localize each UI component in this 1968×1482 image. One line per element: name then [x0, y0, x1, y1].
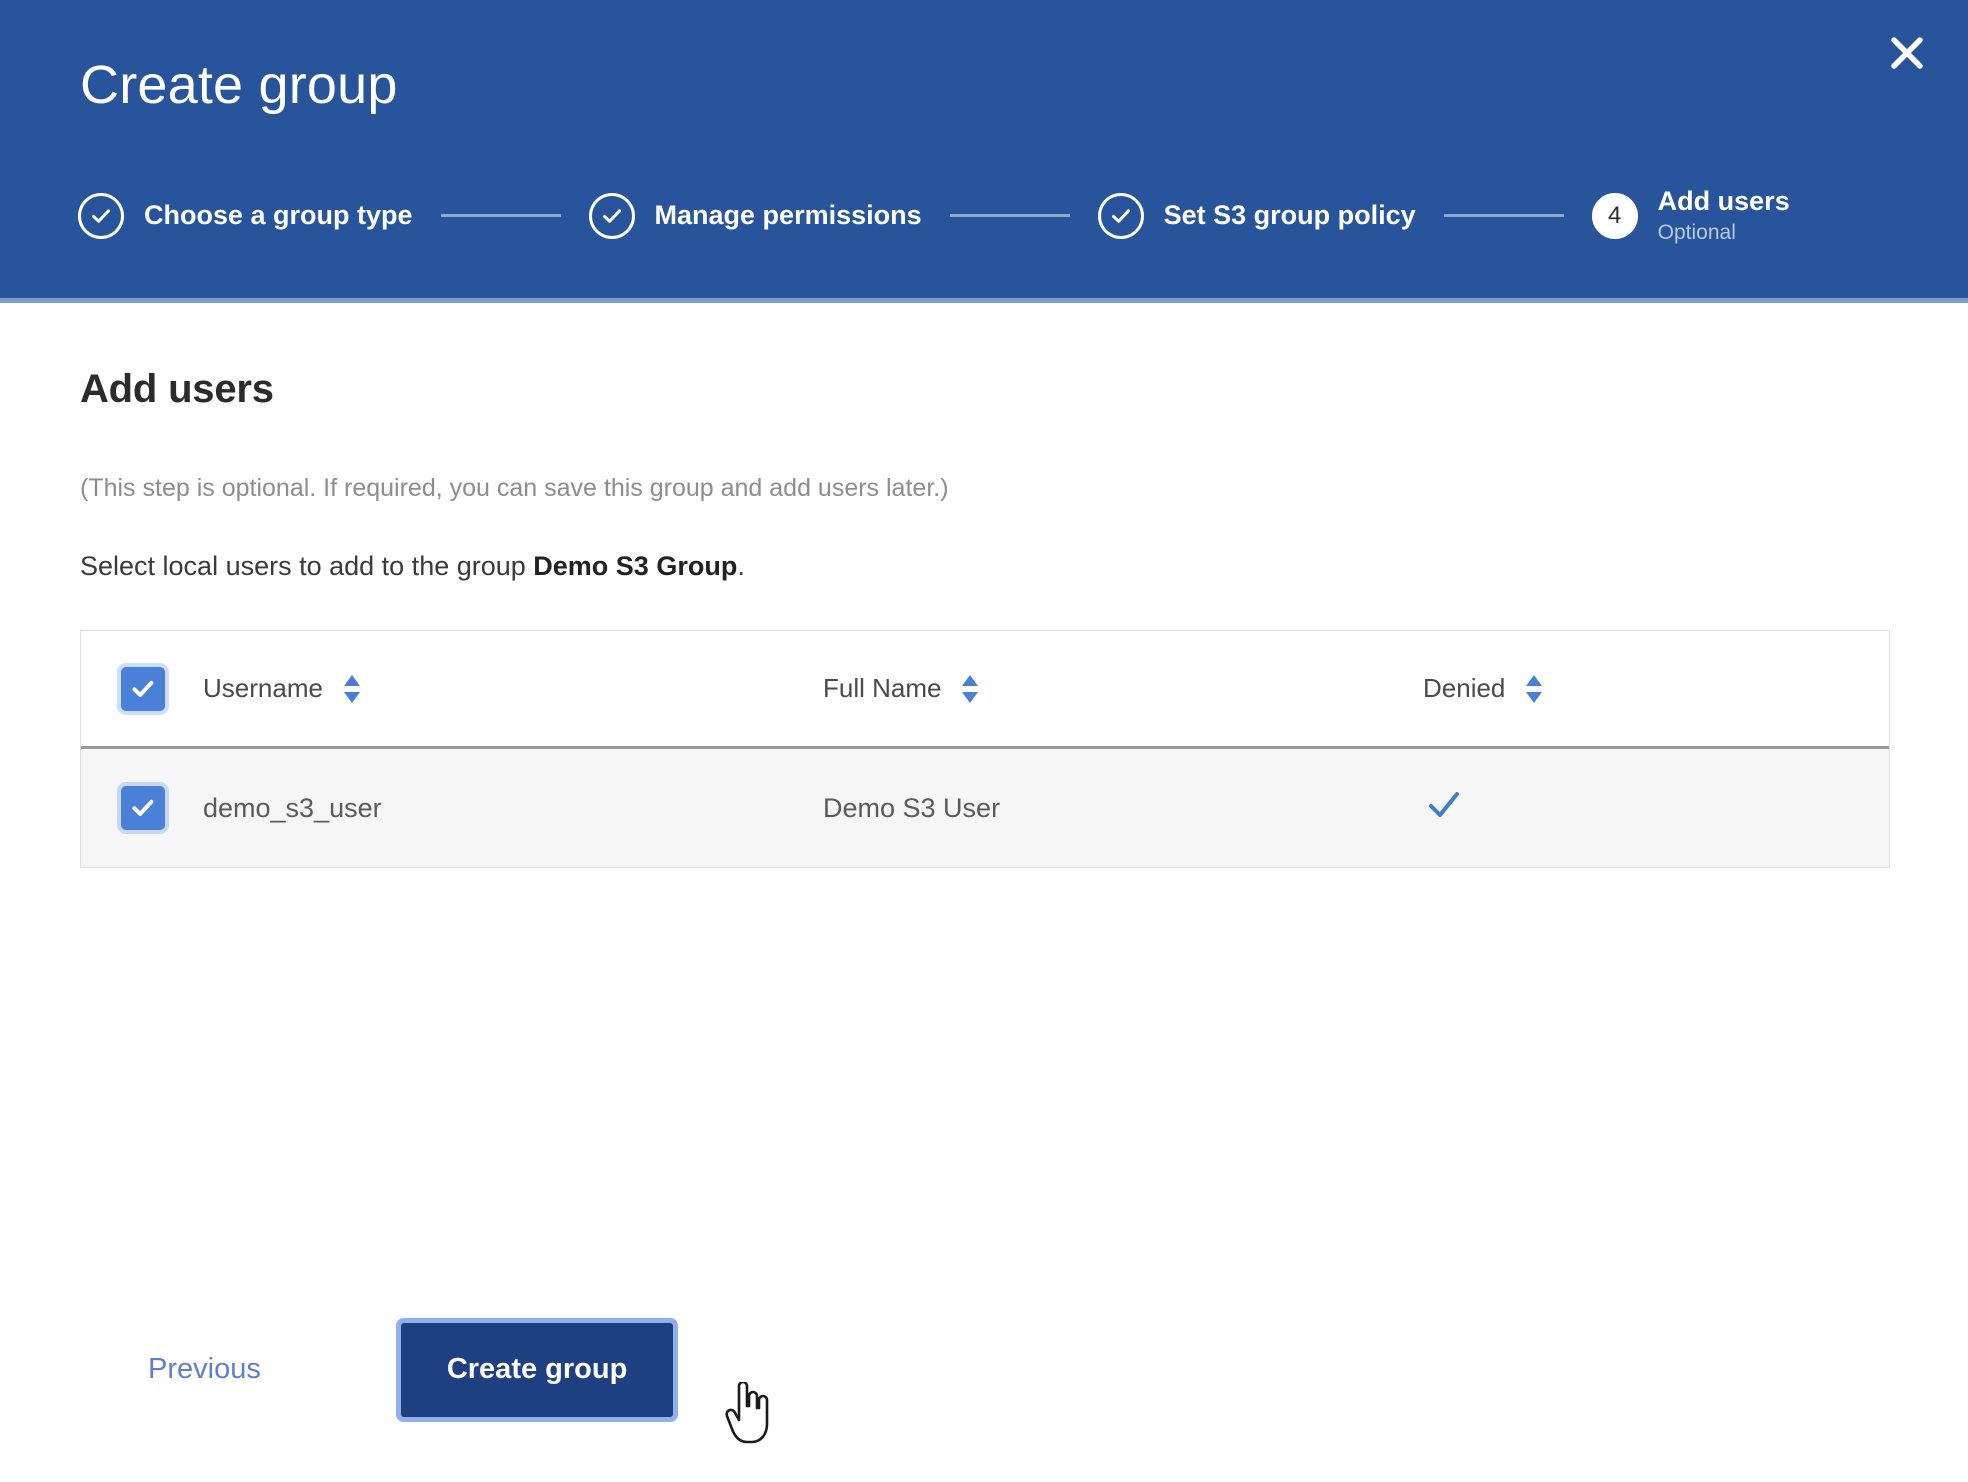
sort-arrows-icon	[962, 674, 979, 703]
step-connector-1	[440, 214, 561, 218]
step-sublabel: Optional	[1657, 220, 1736, 244]
select-users-prefix: Select local users to add to the group	[80, 551, 534, 581]
step-current-circle-4: 4	[1591, 192, 1638, 239]
denied-check-icon	[1423, 784, 1465, 826]
wizard-step-choose-a-group-type[interactable]: Choose a group type	[78, 192, 413, 239]
step-label: Manage permissions	[654, 199, 922, 230]
step-label: Set S3 group policy	[1163, 199, 1416, 230]
sort-arrows-icon	[343, 674, 360, 703]
table-row[interactable]: demo_s3_user Demo S3 User	[81, 749, 1889, 867]
close-icon[interactable]	[1880, 26, 1934, 80]
cell-denied	[1423, 784, 1889, 833]
cell-full-name: Demo S3 User	[823, 792, 1001, 823]
previous-button[interactable]: Previous	[120, 1341, 289, 1398]
sort-arrows-icon	[1526, 674, 1543, 703]
column-header-label: Username	[203, 673, 323, 703]
column-header-label: Full Name	[823, 673, 942, 703]
sort-icon[interactable]	[1523, 672, 1545, 706]
step-text-1: Choose a group type	[144, 200, 413, 232]
sort-icon[interactable]	[341, 672, 363, 706]
step-complete-circle-1	[78, 192, 124, 239]
select-all-cell	[81, 666, 203, 711]
column-header-label: Denied	[1423, 673, 1506, 703]
mouse-cursor-icon	[725, 1380, 771, 1449]
wizard-header: Create group Choose a group type Manage …	[0, 0, 1968, 303]
step-label: Add users	[1657, 186, 1790, 216]
wizard-footer: Previous Create group	[80, 1257, 1890, 1482]
create-group-modal: Create group Choose a group type Manage …	[0, 0, 1968, 1482]
close-icon-glyph	[1891, 37, 1923, 69]
select-users-instruction: Select local users to add to the group D…	[80, 551, 1888, 582]
column-header-username[interactable]: Username	[203, 672, 823, 706]
check-icon	[92, 208, 110, 223]
row-select-cell	[81, 786, 203, 830]
column-header-denied[interactable]: Denied	[1423, 672, 1889, 706]
wizard-body: Add users (This step is optional. If req…	[0, 303, 1968, 1482]
cell-username: demo_s3_user	[203, 792, 382, 823]
step-label: Choose a group type	[144, 199, 413, 230]
row-checkbox[interactable]	[121, 786, 165, 830]
check-icon	[1429, 791, 1459, 817]
check-icon	[1111, 208, 1130, 223]
step-text-2: Manage permissions	[655, 200, 922, 232]
group-name: Demo S3 Group	[533, 551, 738, 581]
step-connector-3	[1443, 214, 1564, 218]
step-complete-circle-2	[588, 192, 635, 239]
table-header-row: Username Full Name Denied	[81, 631, 1889, 749]
step-complete-circle-3	[1097, 192, 1144, 239]
column-header-full-name[interactable]: Full Name	[823, 672, 1423, 706]
sort-icon[interactable]	[959, 672, 981, 706]
select-users-suffix: .	[737, 551, 745, 581]
wizard-step-manage-permissions[interactable]: Manage permissions	[588, 192, 922, 239]
create-group-button[interactable]: Create group	[400, 1322, 674, 1417]
step-number: 4	[1607, 201, 1622, 229]
users-table: Username Full Name Denied demo_s3_user D…	[80, 630, 1890, 868]
wizard-steps: Choose a group type Manage permissions S…	[78, 186, 1908, 245]
optional-note: (This step is optional. If required, you…	[80, 474, 949, 502]
wizard-step-set-s3-group-policy[interactable]: Set S3 group policy	[1097, 192, 1416, 239]
pointer-hand-icon	[725, 1380, 769, 1444]
select-all-checkbox[interactable]	[121, 666, 165, 711]
check-icon	[602, 208, 621, 223]
wizard-step-add-users[interactable]: 4 Add users Optional	[1591, 186, 1790, 245]
section-heading: Add users	[80, 367, 274, 411]
check-icon	[132, 799, 154, 816]
check-icon	[132, 680, 154, 697]
step-text-3: Set S3 group policy	[1164, 200, 1416, 232]
step-text-4: Add users Optional	[1658, 186, 1790, 245]
step-connector-2	[949, 214, 1070, 218]
page-title: Create group	[80, 55, 398, 115]
